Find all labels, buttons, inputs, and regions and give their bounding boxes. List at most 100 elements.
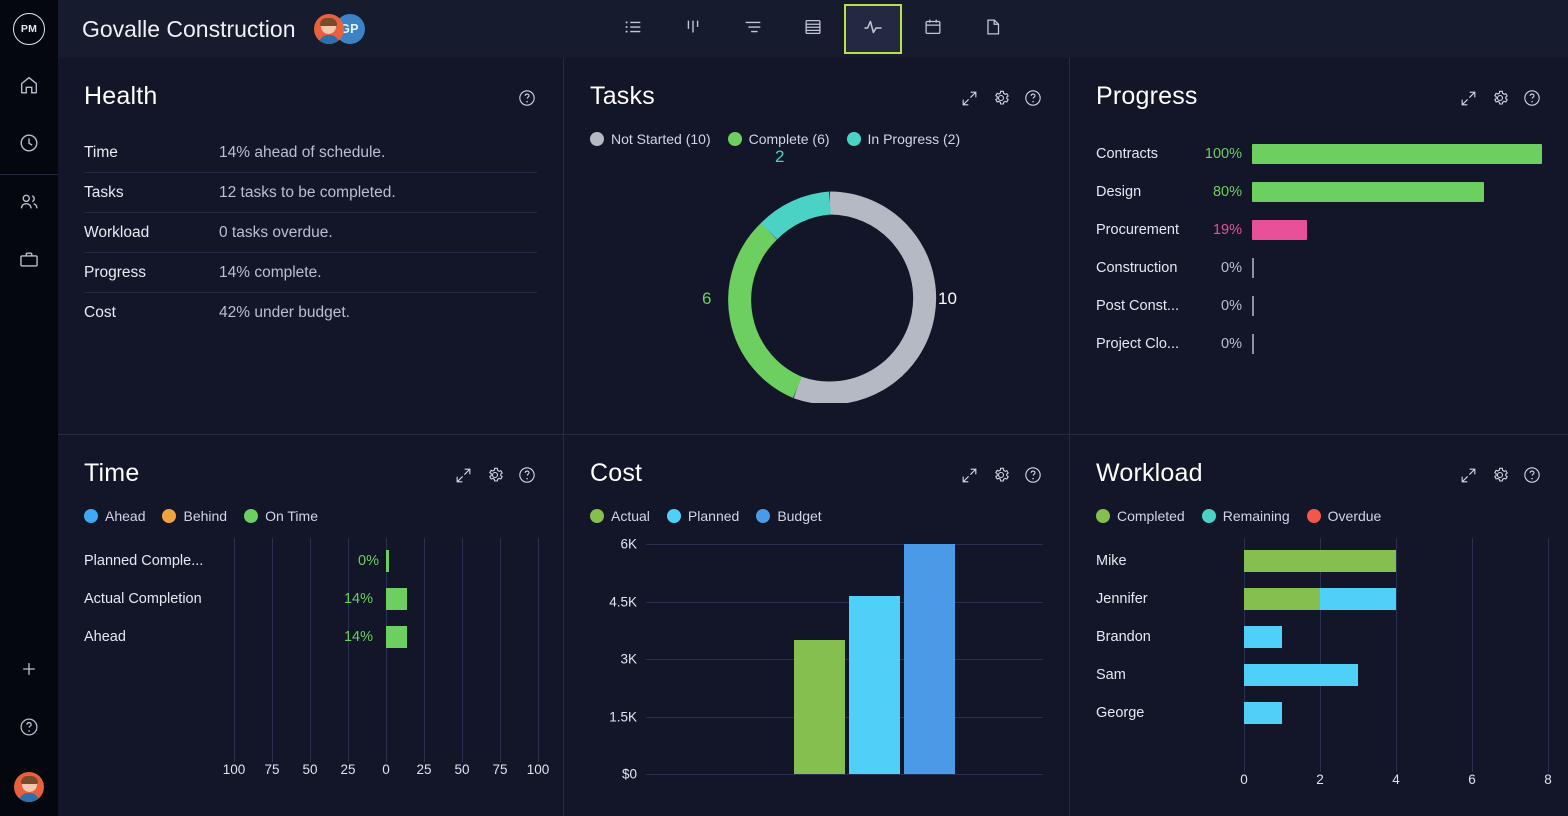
panel-title: Time: [84, 459, 140, 487]
progress-bar: [1252, 144, 1542, 164]
time-value: 14%: [343, 591, 373, 607]
axis-tick: 6K: [620, 536, 637, 552]
panel-title: Tasks: [590, 82, 655, 110]
tab-calendar-view[interactable]: [904, 4, 962, 54]
tab-board-view[interactable]: [664, 4, 722, 54]
tab-list-view[interactable]: [604, 4, 662, 54]
help-circle-icon[interactable]: [517, 465, 537, 485]
gear-icon[interactable]: [485, 465, 505, 485]
workload-label: Jennifer: [1096, 591, 1148, 607]
legend-swatch: [1201, 509, 1216, 523]
progress-label: Procurement: [1096, 222, 1180, 238]
axis-tick: 25: [340, 762, 356, 777]
cost-legend: Actual Planned Budget: [590, 508, 1043, 524]
expand-icon[interactable]: [960, 466, 979, 485]
expand-icon[interactable]: [1459, 466, 1478, 485]
time-legend: Ahead Behind On Time: [84, 508, 537, 524]
panel-header: Progress: [1096, 82, 1542, 111]
workload-label: George: [1096, 705, 1145, 721]
panel-cost: Cost Actual Planned Budget 6K 4.5K 3K 1.…: [564, 435, 1070, 816]
cost-bar-budget: [904, 544, 955, 774]
dashboard-app: PM Govalle Construction GP Health Time 1…: [0, 0, 1568, 816]
legend-item: Remaining: [1201, 508, 1290, 524]
workload-row: George: [1096, 694, 1542, 732]
panel-time: Time Ahead Behind On Time Planned Comple…: [58, 435, 564, 816]
help-circle-icon[interactable]: [517, 88, 537, 108]
help-circle-icon[interactable]: [1023, 88, 1043, 108]
axis-tick: 0: [1240, 772, 1248, 787]
axis-tick: 2: [1316, 772, 1324, 787]
workload-row: Jennifer: [1096, 580, 1542, 618]
help-circle-icon: [18, 716, 40, 743]
help-circle-icon[interactable]: [1522, 88, 1542, 108]
cost-plot-area: 6K 4.5K 3K 1.5K $0: [609, 537, 1043, 782]
progress-row: Design 80%: [1096, 173, 1542, 211]
plus-icon: [19, 659, 39, 684]
panel-actions: [517, 88, 537, 108]
rail-item-add[interactable]: [0, 642, 58, 700]
sheet-icon: [802, 16, 824, 43]
rail-item-help[interactable]: [0, 700, 58, 758]
expand-icon[interactable]: [1459, 89, 1478, 108]
panel-workload: Workload Completed Remaining Overdue Mik…: [1070, 435, 1568, 816]
rail-item-team[interactable]: [0, 175, 58, 233]
rail-item-recent[interactable]: [0, 116, 58, 174]
panel-actions: [960, 88, 1043, 108]
legend-item: Planned: [666, 508, 739, 524]
legend-label: Overdue: [1327, 508, 1382, 524]
help-circle-icon[interactable]: [1023, 465, 1043, 485]
rail-item-home[interactable]: [0, 58, 58, 116]
panel-tasks: Tasks Not Started (10) Complete (6) In P…: [564, 58, 1070, 435]
app-logo[interactable]: PM: [0, 0, 58, 58]
progress-row: Construction 0%: [1096, 249, 1542, 287]
avatar-group[interactable]: GP: [313, 14, 365, 44]
progress-track: [1252, 144, 1542, 164]
calendar-icon: [922, 16, 944, 43]
gear-icon[interactable]: [991, 465, 1011, 485]
legend-item: Completed: [1096, 508, 1185, 524]
legend-swatch: [1306, 509, 1321, 523]
donut-slice-not-started: [793, 191, 937, 405]
workload-bar-chart: Mike Jennifer Brandon Sam George 0 2 4 6…: [1096, 538, 1552, 796]
panel-header: Tasks: [590, 82, 1043, 111]
health-table: Time 14% ahead of schedule. Tasks 12 tas…: [84, 133, 537, 333]
workload-bar-remaining: [1244, 702, 1282, 724]
expand-icon[interactable]: [960, 89, 979, 108]
user-avatar: [14, 772, 44, 802]
logo-text: PM: [13, 13, 45, 45]
time-bar-chart: Planned Comple... 0% Actual Completion 1…: [84, 538, 549, 788]
time-value: 14%: [343, 629, 373, 645]
axis-tick: 4.5K: [609, 594, 637, 609]
gear-icon[interactable]: [991, 88, 1011, 108]
health-metric-value: 12 tasks to be completed.: [219, 183, 396, 201]
progress-label: Construction: [1096, 260, 1178, 276]
time-bar: [386, 626, 407, 648]
progress-value: 0%: [1221, 260, 1242, 276]
page-title: Govalle Construction: [82, 15, 296, 42]
expand-icon[interactable]: [454, 466, 473, 485]
axis-tick: 100: [222, 762, 246, 777]
progress-track: [1252, 334, 1542, 354]
panel-header: Cost: [590, 459, 1043, 488]
list-icon: [622, 16, 644, 43]
legend-swatch: [666, 509, 681, 523]
tab-sheet-view[interactable]: [784, 4, 842, 54]
time-row: Planned Comple... 0%: [84, 542, 537, 580]
panel-actions: [1459, 465, 1542, 485]
health-metric-value: 42% under budget.: [219, 304, 350, 321]
tab-document-view[interactable]: [964, 4, 1022, 54]
gear-icon[interactable]: [1490, 465, 1510, 485]
panel-title: Workload: [1096, 459, 1203, 487]
gear-icon[interactable]: [1490, 88, 1510, 108]
table-row: Tasks 12 tasks to be completed.: [84, 173, 537, 213]
time-value: 0%: [358, 553, 379, 569]
axis-tick: 0: [382, 762, 390, 777]
donut-label-in-progress: 2: [775, 147, 785, 166]
tab-gantt-view[interactable]: [724, 4, 782, 54]
rail-item-projects[interactable]: [0, 233, 58, 291]
axis-tick: $0: [621, 766, 637, 782]
tab-dashboard-view[interactable]: [844, 4, 902, 54]
rail-item-account[interactable]: [0, 758, 58, 816]
health-metric-value: 14% complete.: [219, 263, 322, 281]
help-circle-icon[interactable]: [1522, 465, 1542, 485]
